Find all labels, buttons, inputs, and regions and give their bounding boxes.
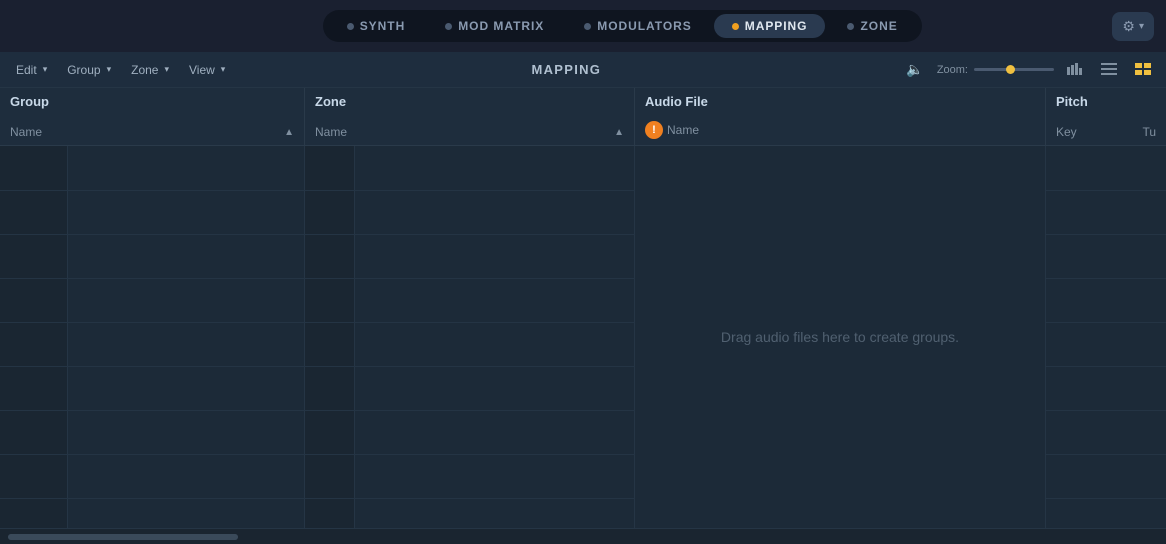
- table-headers: Group Name ▲ Zone Name ▲ Audio File ! Na…: [0, 88, 1166, 146]
- mod-matrix-label: MOD MATRIX: [458, 19, 544, 33]
- group-chevron-icon: ▾: [107, 64, 112, 75]
- body-col-group: [0, 146, 305, 528]
- view-menu-button[interactable]: View ▾: [183, 60, 231, 80]
- zone-menu-button[interactable]: Zone ▾: [125, 60, 175, 80]
- pitch-col-extra: Tu: [1142, 125, 1156, 139]
- col-pitch-header: Pitch Key Tu: [1046, 88, 1166, 145]
- chevron-down-icon: ▾: [1139, 21, 1144, 32]
- body-col-zone-content: [355, 146, 634, 528]
- body-col-zone: [305, 146, 635, 528]
- body-col-pitch: [1046, 146, 1166, 528]
- modulators-label: MODULATORS: [597, 19, 692, 33]
- list-view-icon: [1101, 63, 1117, 75]
- zoom-slider-thumb: [1006, 65, 1015, 74]
- top-nav: SYNTH MOD MATRIX MODULATORS MAPPING ZONE…: [0, 0, 1166, 52]
- body-col-group-content: [68, 146, 304, 528]
- mapping-dot: [732, 23, 739, 30]
- tab-mapping[interactable]: MAPPING: [714, 14, 826, 38]
- group-sort-icon[interactable]: ▲: [284, 127, 294, 138]
- zone-col-subheader-row: Name ▲: [315, 125, 624, 139]
- synth-label: SYNTH: [360, 19, 405, 33]
- zoom-control: Zoom:: [937, 64, 1054, 76]
- gear-button[interactable]: ⚙ ▾: [1112, 12, 1154, 41]
- group-col-title: Group: [10, 94, 294, 109]
- body-col-zone-index: [305, 146, 355, 528]
- mapping-label: MAPPING: [745, 19, 808, 33]
- edit-chevron-icon: ▾: [43, 64, 48, 75]
- zone-dot: [847, 23, 854, 30]
- zoom-label: Zoom:: [937, 64, 968, 76]
- list-view-icon-button[interactable]: [1096, 60, 1122, 80]
- audio-col-subheader-row: ! Name: [645, 121, 1035, 139]
- scrollbar-area: [0, 528, 1166, 544]
- mapping-table: Group Name ▲ Zone Name ▲ Audio File ! Na…: [0, 88, 1166, 544]
- pitch-col-subheader-row: Key Tu: [1056, 125, 1156, 139]
- speaker-icon-button[interactable]: 🔈: [901, 59, 928, 80]
- gear-icon: ⚙: [1122, 18, 1135, 35]
- scrollbar-thumb: [8, 534, 238, 540]
- nav-tabs: SYNTH MOD MATRIX MODULATORS MAPPING ZONE: [323, 10, 922, 42]
- col-zone-header: Zone Name ▲: [305, 88, 635, 145]
- zone-label: Zone: [131, 63, 158, 77]
- edit-label: Edit: [16, 63, 37, 77]
- bar-chart-icon-button[interactable]: [1062, 60, 1088, 80]
- modulators-dot: [584, 23, 591, 30]
- warning-icon: !: [645, 121, 663, 139]
- drag-hint: Drag audio files here to create groups.: [721, 329, 959, 345]
- toolbar-title: MAPPING: [239, 62, 893, 77]
- zone-col-title: Zone: [315, 94, 624, 109]
- pitch-col-title: Pitch: [1056, 94, 1156, 109]
- col-audio-header: Audio File ! Name: [635, 88, 1046, 145]
- scrollbar-track[interactable]: [8, 534, 238, 540]
- group-label: Group: [67, 63, 100, 77]
- zone-label: ZONE: [860, 19, 897, 33]
- col-group-header: Group Name ▲: [0, 88, 305, 145]
- body-col-audio: Drag audio files here to create groups.: [635, 146, 1046, 528]
- table-body-columns: Drag audio files here to create groups.: [0, 146, 1166, 528]
- view-chevron-icon: ▾: [221, 64, 226, 75]
- edit-menu-button[interactable]: Edit ▾: [10, 60, 53, 80]
- group-col-subheader-row: Name ▲: [10, 125, 294, 139]
- mod-matrix-dot: [445, 23, 452, 30]
- tab-modulators[interactable]: MODULATORS: [566, 14, 710, 38]
- zone-chevron-icon: ▾: [164, 64, 169, 75]
- table-body: Drag audio files here to create groups.: [0, 146, 1166, 528]
- view-label: View: [189, 63, 215, 77]
- synth-dot: [347, 23, 354, 30]
- toolbar: Edit ▾ Group ▾ Zone ▾ View ▾ MAPPING 🔈 Z…: [0, 52, 1166, 88]
- body-col-group-index: [0, 146, 68, 528]
- zoom-slider[interactable]: [974, 68, 1054, 71]
- zone-col-subheader: Name: [315, 125, 347, 139]
- tab-synth[interactable]: SYNTH: [329, 14, 423, 38]
- audio-col-subheader: Name: [667, 123, 699, 137]
- tab-mod-matrix[interactable]: MOD MATRIX: [427, 14, 562, 38]
- group-menu-button[interactable]: Group ▾: [61, 60, 117, 80]
- bar-chart-icon: [1067, 63, 1083, 75]
- audio-col-title: Audio File: [645, 94, 1035, 109]
- grid-view-icon: [1135, 63, 1151, 75]
- tab-zone[interactable]: ZONE: [829, 14, 915, 38]
- zone-sort-icon[interactable]: ▲: [614, 127, 624, 138]
- pitch-col-subheader: Key: [1056, 125, 1077, 139]
- group-col-subheader: Name: [10, 125, 42, 139]
- toolbar-right: 🔈 Zoom:: [901, 59, 1156, 80]
- grid-view-icon-button[interactable]: [1130, 60, 1156, 80]
